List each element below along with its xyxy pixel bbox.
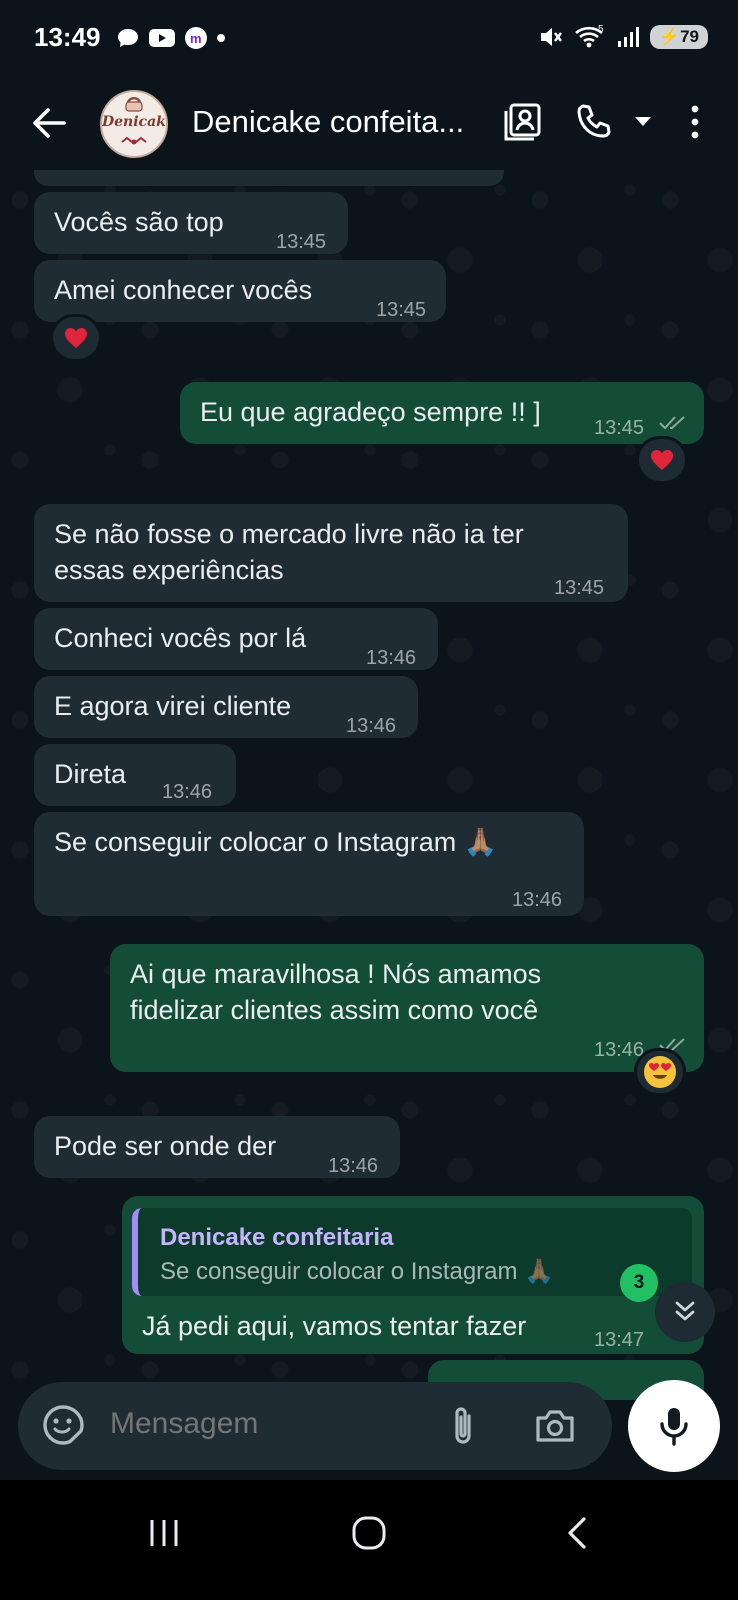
svg-text:5: 5 [598,24,604,35]
message-text: Pode ser onde der [54,1131,277,1161]
heart-icon [651,450,673,470]
battery-level: 79 [680,27,699,46]
message-text: Ai que maravilhosa ! Nós amamos fideliza… [130,959,542,1025]
camera-icon[interactable] [534,1406,576,1446]
message-incoming[interactable] [34,170,504,186]
contact-avatar[interactable]: Denicake [100,90,168,158]
more-options-icon[interactable] [680,102,710,142]
quoted-text: Se conseguir colocar o Instagram 🙏🏽 [160,1258,555,1285]
heart-eyes-emoji-icon [644,1056,676,1088]
message-incoming[interactable]: Se conseguir colocar o Instagram 🙏🏽 13:4… [34,812,584,916]
app-notification-icon: m [185,27,207,49]
back-arrow-icon[interactable] [26,100,72,146]
message-outgoing-reply[interactable]: Denicake confeitaria Se conseguir coloca… [122,1196,704,1354]
voice-message-button[interactable] [628,1380,720,1472]
message-time: 13:46 [328,1155,379,1177]
message-text: Se não fosse o mercado livre não ia ter … [54,519,524,585]
contact-card-icon[interactable] [502,102,542,142]
message-input[interactable] [108,1406,432,1442]
message-time: 13:46 [162,781,213,803]
battery-indicator: ⚡79 [649,25,708,49]
message-outgoing[interactable]: Eu que agradeço sempre !! ] 13:45 [180,382,704,444]
signal-icon [617,27,639,47]
chat-title[interactable]: Denicake confeita... [192,104,464,140]
system-icons: 5 ⚡79 [538,24,708,50]
message-text: Eu que agradeço sempre !! ] [200,397,541,427]
youtube-icon [149,29,175,47]
avatar-logo-text: Denicake [102,114,168,130]
message-time: 13:46 [512,889,563,911]
status-time: 13:49 [34,22,101,52]
notification-icons: m [116,26,226,50]
dot-icon [217,34,225,42]
message-incoming[interactable]: Conheci vocês por lá 13:46 [34,608,438,670]
chat-header: Denicake Denicake confeita... [0,78,738,170]
chat-messages-area[interactable]: Vocês são top 13:45 Amei conhecer vocês … [0,170,738,1400]
message-incoming[interactable]: Direta 13:46 [34,744,236,806]
chevron-down-icon[interactable] [632,112,654,130]
reaction-heart[interactable] [50,314,102,362]
home-button-icon[interactable] [350,1514,388,1552]
message-outgoing[interactable]: Ai que maravilhosa ! Nós amamos fideliza… [110,944,704,1072]
message-incoming[interactable]: Pode ser onde der 13:46 [34,1116,400,1178]
message-text: Amei conhecer vocês [54,275,313,305]
chat-notification-icon [118,29,138,47]
sticker-icon[interactable] [42,1404,84,1446]
attachment-clip-icon[interactable] [446,1404,480,1448]
scroll-to-bottom-button[interactable] [655,1282,715,1342]
heart-icon [65,328,87,348]
message-composer [18,1382,612,1470]
system-navigation-bar [0,1480,738,1600]
microphone-icon [660,1408,688,1446]
status-bar: 13:49 m 5 ⚡79 [0,0,738,78]
message-time: 13:45 [276,231,327,253]
quoted-sender-name: Denicake confeitaria [160,1224,394,1251]
phone-call-icon[interactable] [574,102,614,142]
quoted-message[interactable]: Denicake confeitaria Se conseguir coloca… [132,1208,692,1296]
unread-count-badge: 3 [620,1264,658,1302]
message-time: 13:45 [594,417,645,439]
message-text: Direta [54,759,127,789]
message-time: 13:47 [594,1329,645,1351]
message-text: Conheci vocês por lá [54,623,307,653]
double-check-icon [659,416,685,430]
message-time: 13:45 [376,299,427,321]
reaction-heart[interactable] [636,436,688,484]
message-text: Vocês são top [54,207,224,237]
message-incoming[interactable]: Se não fosse o mercado livre não ia ter … [34,504,628,602]
mute-icon [540,28,562,46]
message-time: 13:46 [366,647,417,669]
message-incoming[interactable]: Amei conhecer vocês 13:45 [34,260,446,322]
wifi-icon: 5 [575,24,604,48]
message-text: E agora virei cliente [54,691,292,721]
message-incoming[interactable]: Vocês são top 13:45 [34,192,348,254]
recent-apps-icon[interactable] [146,1516,182,1550]
message-time: 13:46 [346,715,397,737]
message-text: Já pedi aqui, vamos tentar fazer [142,1311,527,1341]
reaction-heart-eyes[interactable] [634,1048,686,1096]
back-navigation-icon[interactable] [562,1514,590,1552]
message-text: Se conseguir colocar o Instagram 🙏🏽 [54,827,498,857]
message-incoming[interactable]: E agora virei cliente 13:46 [34,676,418,738]
double-chevron-down-icon [675,1301,695,1321]
message-time: 13:45 [554,577,605,599]
svg-text:m: m [190,31,202,46]
